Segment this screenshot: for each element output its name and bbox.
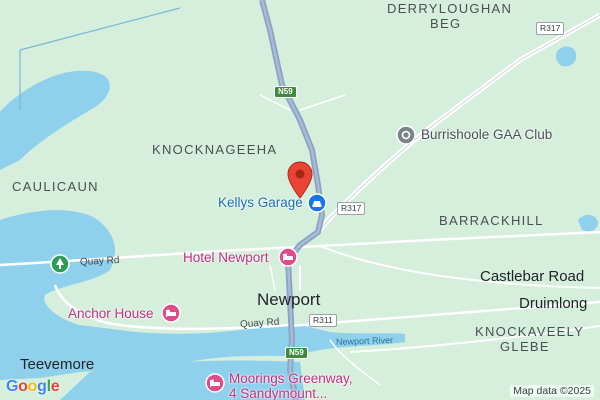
area-label-derryloughan: DERRYLOUGHAN	[387, 1, 513, 16]
tree-icon[interactable]	[50, 254, 70, 279]
hotel-bed-icon[interactable]	[161, 303, 181, 328]
poi-label-moorings-address[interactable]: 4 Sandymount...	[229, 387, 327, 400]
area-label-glebe: GLEBE	[500, 339, 550, 354]
poi-label-moorings-greenway[interactable]: Moorings Greenway,	[229, 372, 353, 386]
road-label-quay-rd: Quay Rd	[79, 254, 120, 269]
r317-road-edge	[317, 14, 600, 233]
area-label-knockaveely: KNOCKAVEELY	[475, 324, 585, 339]
r317-road	[316, 12, 600, 234]
poi-label-hotel-newport[interactable]: Hotel Newport	[183, 251, 269, 265]
pond-east	[578, 214, 598, 232]
minor-road	[269, 264, 276, 291]
google-logo: Google	[6, 378, 60, 395]
place-label-teevemore[interactable]: Teevemore	[20, 357, 94, 372]
road-shield-n59: N59	[285, 347, 308, 359]
pond-northeast	[555, 46, 577, 67]
place-label-castlebar-road[interactable]: Castlebar Road	[480, 269, 584, 284]
poi-label-anchor-house[interactable]: Anchor House	[68, 307, 154, 321]
hotel-bed-icon[interactable]	[205, 373, 225, 398]
road-shield-r317: R317	[337, 202, 366, 215]
boundary-line	[19, 7, 181, 51]
area-label-beg: BEG	[430, 16, 462, 31]
map-attribution[interactable]: Map data ©2025	[510, 385, 594, 397]
map-canvas[interactable]: DERRYLOUGHAN BEG KNOCKNAGEEHA CAULICAUN …	[0, 0, 600, 400]
place-marker-icon[interactable]	[396, 125, 416, 150]
road-shield-r317: R317	[536, 22, 565, 35]
lake-northwest	[0, 70, 110, 170]
area-label-knocknageeha: KNOCKNAGEEHA	[152, 142, 278, 157]
road-shield-n59: N59	[274, 86, 297, 98]
town-label-newport[interactable]: Newport	[257, 291, 320, 308]
area-label-barrackhill: BARRACKHILL	[439, 213, 544, 228]
road-shield-r311: R311	[309, 314, 337, 327]
poi-label-burrishoole[interactable]: Burrishoole GAA Club	[421, 128, 552, 142]
area-label-caulicaun: CAULICAUN	[12, 179, 99, 194]
place-label-druimlong[interactable]: Druimlong	[519, 296, 587, 311]
poi-label-kellys-garage[interactable]: Kellys Garage	[218, 196, 303, 210]
hotel-bed-icon[interactable]	[278, 247, 298, 272]
car-repair-icon[interactable]	[307, 193, 327, 218]
minor-road	[299, 94, 346, 111]
